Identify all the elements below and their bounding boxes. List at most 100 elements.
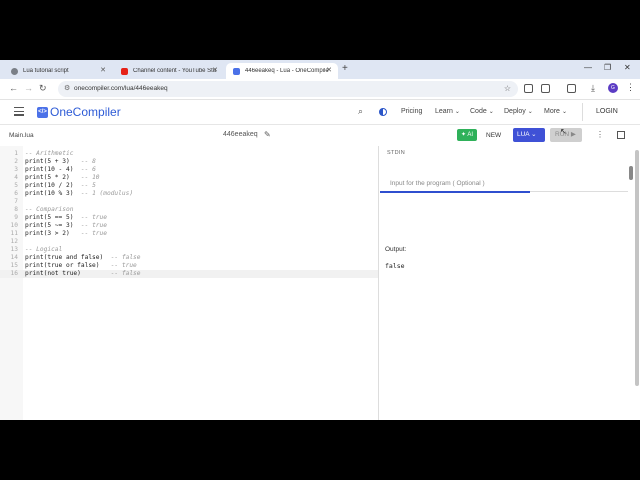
line-number: 12 <box>10 238 18 245</box>
url-bar[interactable]: ⚙ onecompiler.com/lua/446eeakeq ☆ <box>58 81 518 97</box>
ai-button[interactable]: ✦ AI <box>457 129 478 141</box>
code-line[interactable]: 6 print(10 % 3) -- 1 (modulus) <box>0 190 378 198</box>
code-line[interactable]: 11 print(3 > 2) -- true <box>0 230 378 238</box>
code-line[interactable]: 7 <box>0 198 378 206</box>
nav-code[interactable]: Code ⌄ <box>470 108 494 115</box>
code-text: print(true or false) -- true <box>25 262 137 270</box>
globe-icon <box>11 67 18 75</box>
download-icon[interactable]: ⤓ <box>591 83 595 94</box>
close-icon[interactable]: ✕ <box>212 66 218 74</box>
onecompiler-icon <box>233 67 240 75</box>
code-line[interactable]: 3 print(10 - 4) -- 6 <box>0 166 378 174</box>
more-options-icon[interactable]: ⋮ <box>596 130 604 139</box>
code-statement: print(true or false) <box>25 262 111 269</box>
code-line[interactable]: 8 -- Comparison <box>0 206 378 214</box>
code-line[interactable]: 9 print(5 == 5) -- true <box>0 214 378 222</box>
file-tab-main[interactable]: Main.lua <box>9 132 34 139</box>
nav-more[interactable]: More ⌄ <box>544 108 567 115</box>
page-scrollbar[interactable] <box>634 150 640 420</box>
nav-deploy[interactable]: Deploy ⌄ <box>504 108 533 115</box>
scrollbar-thumb[interactable] <box>635 150 639 386</box>
code-line[interactable]: 14 print(true and false) -- false <box>0 254 378 262</box>
header-divider <box>582 103 583 121</box>
theme-toggle-icon[interactable] <box>379 108 387 116</box>
site-info-icon[interactable]: ⚙ <box>64 81 70 97</box>
line-number: 14 <box>10 254 18 261</box>
code-comment: -- 1 (modulus) <box>80 190 134 197</box>
code-text: print(3 > 2) -- true <box>25 230 107 238</box>
code-line[interactable]: 2 print(5 + 3) -- 8 <box>0 158 378 166</box>
line-number: 9 <box>14 214 18 221</box>
code-text: -- Logical <box>25 246 62 254</box>
stdin-input[interactable] <box>390 180 590 187</box>
code-line[interactable]: 4 print(5 * 2) -- 10 <box>0 174 378 182</box>
puzzle-icon[interactable] <box>541 84 550 93</box>
code-line[interactable]: 10 print(5 ~= 3) -- true <box>0 222 378 230</box>
code-text: print(5 == 5) -- true <box>25 214 107 222</box>
browser-tab-lua-tutorial[interactable]: Lua tutorial script ✕ <box>4 63 112 79</box>
browser-menu-icon[interactable]: ⋮ <box>626 82 635 93</box>
code-text: -- Comparison <box>25 206 73 214</box>
scrollbar-thumb[interactable] <box>629 166 633 180</box>
play-icon: ▶ <box>570 131 576 138</box>
new-tab-button[interactable]: + <box>342 63 348 74</box>
bookmark-star-icon[interactable]: ☆ <box>504 81 511 97</box>
code-line[interactable]: 13 -- Logical <box>0 246 378 254</box>
edit-pencil-icon[interactable]: ✎ <box>264 130 271 139</box>
line-number: 11 <box>10 230 18 237</box>
language-select-button[interactable]: LUA ⌄ <box>513 128 545 142</box>
hamburger-menu-icon[interactable] <box>14 107 24 116</box>
browser-tab-onecompiler[interactable]: 446eeakeq - Lua - OneCompile ✕ <box>226 63 338 79</box>
code-text: print(5 ~= 3) -- true <box>25 222 107 230</box>
loading-progress-bar <box>380 191 530 193</box>
profile-avatar[interactable]: G <box>608 83 618 93</box>
fullscreen-icon[interactable] <box>617 131 625 139</box>
restore-icon[interactable]: ❐ <box>604 63 611 72</box>
code-editor[interactable]: 1 -- Arithmetic 2 print(5 + 3) -- 8 3 print(1… <box>0 146 379 420</box>
address-bar-row: ← → ↻ ⚙ onecompiler.com/lua/446eeakeq ☆ … <box>0 79 640 100</box>
tab-strip: Lua tutorial script ✕ Channel content - … <box>0 60 640 79</box>
reload-icon[interactable]: ↻ <box>39 83 47 94</box>
code-line[interactable]: 1 -- Arithmetic <box>0 150 378 158</box>
forward-icon[interactable]: → <box>24 83 33 93</box>
youtube-icon <box>121 67 128 75</box>
tab-search-icon[interactable] <box>567 84 576 93</box>
line-number: 16 <box>10 270 18 277</box>
code-text: print(5 + 3) -- 8 <box>25 158 96 166</box>
extension-icon[interactable] <box>524 84 533 93</box>
program-title[interactable]: 446eeakeq <box>223 131 258 138</box>
back-icon[interactable]: ← <box>9 83 18 93</box>
code-line[interactable]: 5 print(10 / 2) -- 5 <box>0 182 378 190</box>
close-icon[interactable]: ✕ <box>326 66 332 74</box>
code-text: print(true and false) -- false <box>25 254 141 262</box>
code-line[interactable]: 16 print(not true) -- false <box>0 270 378 278</box>
nav-label: More <box>544 108 560 115</box>
line-number: 3 <box>14 166 18 173</box>
code-text: print(10 % 3) -- 1 (modulus) <box>25 190 133 198</box>
code-line[interactable]: 15 print(true or false) -- true <box>0 262 378 270</box>
window-close-icon[interactable]: ✕ <box>624 63 631 72</box>
close-icon[interactable]: ✕ <box>100 66 106 74</box>
line-number: 15 <box>10 262 18 269</box>
code-comment: -- Comparison <box>25 206 74 213</box>
code-comment: -- true <box>80 214 107 221</box>
code-line[interactable]: 12 <box>0 238 378 246</box>
line-number: 13 <box>10 246 18 253</box>
minimize-icon[interactable]: — <box>584 63 592 72</box>
nav-pricing[interactable]: Pricing <box>401 108 422 115</box>
onecompiler-logo[interactable]: </> OneCompiler <box>37 105 121 119</box>
code-comment: -- true <box>110 262 137 269</box>
chevron-down-icon: ⌄ <box>454 109 460 115</box>
code-text: print(10 / 2) -- 5 <box>25 182 96 190</box>
new-button[interactable]: NEW <box>486 132 501 139</box>
login-button[interactable]: LOGIN <box>596 108 618 115</box>
line-number: 4 <box>14 174 18 181</box>
line-number: 7 <box>14 198 18 205</box>
line-number: 8 <box>14 206 18 213</box>
search-icon[interactable]: ⌕ <box>358 106 363 117</box>
code-comment: -- false <box>110 254 141 261</box>
language-label: LUA <box>517 131 530 138</box>
browser-tab-youtube[interactable]: Channel content - YouTube Stu ✕ <box>114 63 224 79</box>
nav-learn[interactable]: Learn ⌄ <box>435 108 460 115</box>
chevron-down-icon: ⌄ <box>531 131 537 138</box>
